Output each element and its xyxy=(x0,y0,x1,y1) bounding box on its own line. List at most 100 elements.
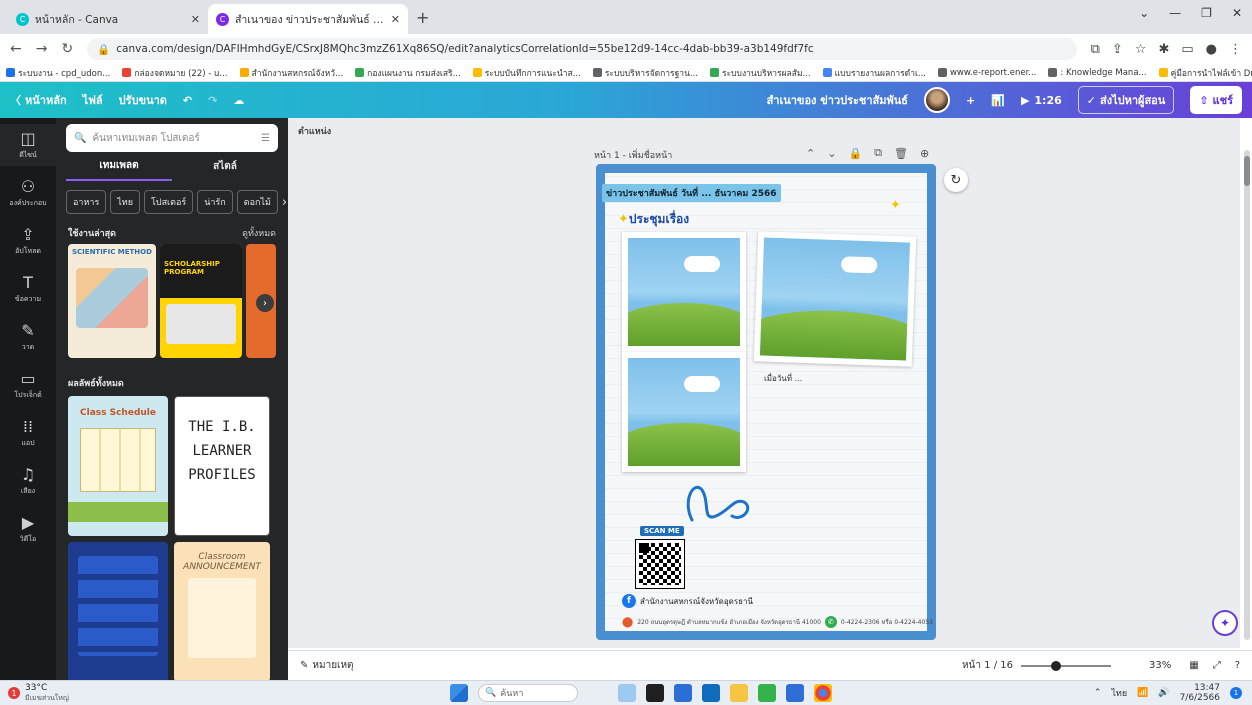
volume-icon[interactable]: 🔊 xyxy=(1158,688,1169,698)
bookmark-item[interactable]: ระบบงาน - cpd_udon... xyxy=(6,66,110,80)
file-explorer-icon[interactable] xyxy=(730,684,748,702)
refresh-design-icon[interactable]: ↻ xyxy=(944,168,968,192)
wifi-icon[interactable]: 📶 xyxy=(1137,688,1148,698)
bookmark-item[interactable]: คู่มือการนำไฟล์เข้า Dri... xyxy=(1158,66,1252,80)
date-caption[interactable]: เมื่อวันที่ ... xyxy=(764,372,802,385)
lock-page-icon[interactable]: 🔒 xyxy=(848,147,862,160)
see-all-link[interactable]: ดูทั้งหมด xyxy=(242,226,276,240)
rail-item-apps[interactable]: ⁞⁞ แอป xyxy=(0,412,56,454)
photo-placeholder-3[interactable] xyxy=(622,352,746,472)
zoom-slider-knob[interactable] xyxy=(1050,660,1061,671)
chevron-right-icon[interactable]: › xyxy=(282,195,287,210)
qr-code[interactable] xyxy=(635,539,685,589)
photo-placeholder-2[interactable] xyxy=(753,231,917,367)
bookmark-item[interactable]: กองแผนงาน กรมส่งเสริ... xyxy=(355,66,461,80)
url-field[interactable]: 🔒 canva.com/design/DAFIHmhdGyE/CSrxJ8MQh… xyxy=(87,38,1077,60)
browser-tab-design[interactable]: C สำเนาของ ข่าวประชาสัมพันธ์ - โปสเตอร์ … xyxy=(208,4,408,34)
rail-item-elements[interactable]: ⚇ องค์ประกอบ xyxy=(0,172,56,214)
close-tab-icon[interactable]: ✕ xyxy=(391,13,400,26)
home-button[interactable]: 〈 หน้าหลัก xyxy=(10,91,67,109)
bookmark-item[interactable]: : Knowledge Mana... xyxy=(1048,68,1147,78)
present-button[interactable]: ▶ 1:26 xyxy=(1021,94,1062,107)
contact-line[interactable]: ⬤ 220 ถนนอุดรดุษฎี ตำบลหมากแข้ง อำเภอเมื… xyxy=(622,616,933,628)
language-indicator[interactable]: ไทย xyxy=(1111,686,1127,700)
redo-icon[interactable]: ↷ xyxy=(208,94,217,107)
menu-icon[interactable]: ⋮ xyxy=(1229,42,1242,57)
template-ib-learner[interactable]: THE I.B. LEARNER PROFILES xyxy=(174,396,270,536)
news-title[interactable]: ข่าวประชาสัมพันธ์ วันที่ ... ธันวาคม 256… xyxy=(602,184,781,202)
store-icon[interactable] xyxy=(702,684,720,702)
tab-styles[interactable]: สไตล์ xyxy=(172,159,278,180)
design-page[interactable]: ข่าวประชาสัมพันธ์ วันที่ ... ธันวาคม 256… xyxy=(596,164,936,640)
fullscreen-icon[interactable]: ⤢ xyxy=(1213,660,1221,671)
page-indicator[interactable]: หน้า 1 / 16 xyxy=(962,658,1013,673)
taskbar-search[interactable]: 🔍 ค้นหา xyxy=(478,684,578,702)
position-button[interactable]: ตำแหน่ง xyxy=(298,124,331,138)
template-search-input[interactable]: 🔍 ค้นหาเทมเพลต โปสเตอร์ ☰ xyxy=(66,124,278,152)
chrome-icon[interactable] xyxy=(814,684,832,702)
facebook-line[interactable]: f สำนักงานสหกรณ์จังหวัดอุดรธานี xyxy=(622,594,753,608)
clock[interactable]: 13:47 7/6/2566 xyxy=(1180,683,1220,703)
zoom-level[interactable]: 33% xyxy=(1149,660,1171,671)
avatar[interactable] xyxy=(924,87,951,113)
profile-avatar[interactable]: ● xyxy=(1206,42,1217,57)
share-button[interactable]: ⇧ แชร์ xyxy=(1190,86,1242,114)
close-tab-icon[interactable]: ✕ xyxy=(191,13,200,26)
weather-widget[interactable]: 1 33°C มีเมฆส่วนใหญ่ xyxy=(8,683,69,703)
rail-item-text[interactable]: T ข้อความ xyxy=(0,268,56,310)
bookmark-item[interactable]: แบบรายงานผลการดำเ... xyxy=(822,66,926,80)
recent-template-scholarship[interactable]: SCHOLARSHIP PROGRAM xyxy=(160,244,242,358)
rail-item-design[interactable]: ◫ ดีไซน์ xyxy=(0,124,56,166)
resize-button[interactable]: ปรับขนาด xyxy=(119,91,167,109)
bookmark-item[interactable]: ระบบงานบริหารผลสัม... xyxy=(710,66,811,80)
grid-view-icon[interactable]: ▦ xyxy=(1189,660,1198,671)
tab-search-icon[interactable]: ⌄ xyxy=(1139,6,1149,20)
word-icon[interactable] xyxy=(786,684,804,702)
category-chip[interactable]: น่ารัก xyxy=(197,190,233,214)
rail-item-video[interactable]: ▶ วิดีโอ xyxy=(0,508,56,550)
new-tab-button[interactable]: + xyxy=(416,8,429,27)
bookmark-item[interactable]: ระบบบริหารจัดการฐาน... xyxy=(592,66,698,80)
forward-icon[interactable]: → xyxy=(36,41,48,57)
undo-icon[interactable]: ↶ xyxy=(183,94,192,107)
template-blue-list[interactable] xyxy=(68,542,168,680)
template-classroom-announcement[interactable]: Classroom ANNOUNCEMENT xyxy=(174,542,270,680)
vertical-scrollbar[interactable] xyxy=(1244,150,1250,640)
extensions-icon[interactable]: ✱ xyxy=(1158,42,1169,57)
cloud-saved-icon[interactable]: ☁ xyxy=(233,94,244,107)
bookmark-star-icon[interactable]: ☆ xyxy=(1135,42,1147,57)
bookmark-item[interactable]: กล่องจดหมาย (22) - u... xyxy=(122,66,228,80)
rail-item-folder[interactable]: ▭ โปรเจ็กต์ xyxy=(0,364,56,406)
photo-placeholder-1[interactable] xyxy=(622,232,746,352)
share-page-icon[interactable]: ⇪ xyxy=(1112,42,1123,57)
widgets-icon[interactable] xyxy=(618,684,636,702)
magic-assistant-icon[interactable]: ✦ xyxy=(1212,610,1238,636)
translate-icon[interactable]: ⧉ xyxy=(1091,42,1100,57)
task-view-icon[interactable] xyxy=(646,684,664,702)
duplicate-page-icon[interactable]: ⧉ xyxy=(874,146,882,160)
edge-icon[interactable] xyxy=(674,684,692,702)
send-to-teacher-button[interactable]: ✓ ส่งไปหาผู้สอน xyxy=(1077,86,1175,114)
add-collaborator-icon[interactable]: + xyxy=(966,94,975,107)
bookmark-item[interactable]: ระบบบันทึกการแนะนำส... xyxy=(472,66,581,80)
document-title[interactable]: สำเนาของ ข่าวประชาสัมพันธ์ xyxy=(767,91,908,109)
rail-item-upload[interactable]: ⇪ อัปโหลด xyxy=(0,220,56,262)
rail-item-draw[interactable]: ✎ วาด xyxy=(0,316,56,358)
category-chip[interactable]: โปสเตอร์ xyxy=(144,190,194,214)
tab-templates[interactable]: เทมเพลต xyxy=(66,158,172,181)
category-chip[interactable]: ไทย xyxy=(110,190,141,214)
scrollbar-thumb[interactable] xyxy=(1244,156,1250,186)
template-class-schedule[interactable]: Class Schedule xyxy=(68,396,168,536)
category-chip[interactable]: อาหาร xyxy=(66,190,107,214)
page-title-label[interactable]: หน้า 1 - เพิ่มชื่อหน้า xyxy=(594,148,672,162)
bookmark-item[interactable]: www.e-report.ener... xyxy=(937,68,1036,78)
recent-template-scientific[interactable]: SCIENTIFIC METHOD xyxy=(68,244,156,358)
chevron-up-icon[interactable]: ⌃ xyxy=(806,147,815,160)
help-icon[interactable]: ? xyxy=(1235,660,1240,671)
restore-button[interactable]: ❐ xyxy=(1201,6,1212,20)
line-icon[interactable] xyxy=(758,684,776,702)
notes-button[interactable]: ✎ หมายเหตุ xyxy=(300,658,354,673)
add-page-icon[interactable]: ⊕ xyxy=(920,147,929,160)
insights-icon[interactable]: 📊 xyxy=(991,94,1005,107)
delete-page-icon[interactable]: 🗑 xyxy=(894,147,908,160)
